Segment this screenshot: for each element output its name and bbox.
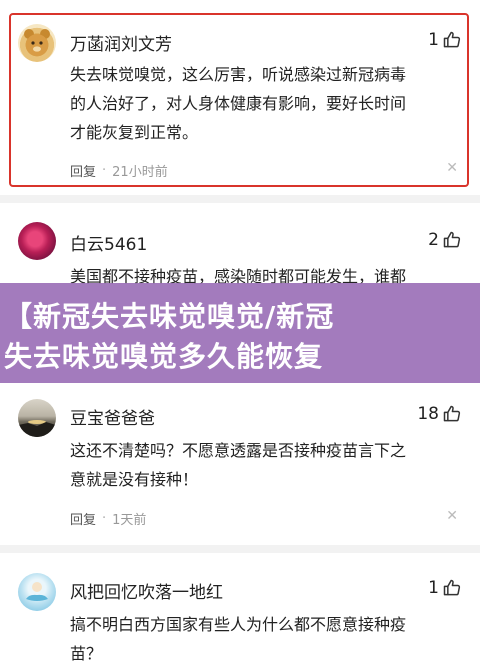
avatar[interactable] bbox=[18, 24, 56, 62]
like-count: 1 bbox=[428, 578, 439, 598]
username[interactable]: 豆宝爸爸爸 bbox=[70, 404, 155, 429]
username[interactable]: 风把回忆吹落一地红 bbox=[70, 578, 223, 603]
comment-meta: 回复 · 21小时前 bbox=[70, 161, 168, 180]
thumbs-up-icon bbox=[443, 405, 461, 422]
like-count: 2 bbox=[428, 230, 439, 250]
comment-line: 失去味觉嗅觉，这么厉害，听说感染过新冠病毒 bbox=[70, 65, 407, 84]
like-button[interactable]: 1 bbox=[428, 30, 462, 50]
avatar[interactable] bbox=[18, 399, 56, 437]
avatar[interactable] bbox=[18, 222, 56, 260]
like-button[interactable]: 2 bbox=[428, 230, 462, 250]
separator-dot: · bbox=[102, 511, 107, 526]
like-count: 1 bbox=[428, 30, 439, 50]
banner-title-line-1: 【新冠失去味觉嗅觉/新冠 bbox=[4, 300, 335, 333]
divider bbox=[0, 195, 480, 203]
comment-line: 这还不清楚吗？不愿意透露是否接种疫苗言下之 bbox=[70, 441, 407, 460]
username[interactable]: 万菡润刘文芳 bbox=[70, 30, 172, 55]
thumbs-up-icon bbox=[443, 579, 461, 596]
reply-button[interactable]: 回复 bbox=[70, 509, 96, 528]
timestamp: 21小时前 bbox=[112, 165, 168, 180]
comment-text: 搞不明白西方国家有些人为什么都不愿意接种疫 苗？ bbox=[70, 610, 465, 668]
thumbs-up-icon bbox=[443, 31, 461, 48]
separator-dot: · bbox=[102, 163, 107, 178]
username[interactable]: 白云5461 bbox=[70, 230, 147, 255]
timestamp: 1天前 bbox=[112, 513, 147, 528]
like-button[interactable]: 18 bbox=[417, 404, 462, 424]
comment-line: 搞不明白西方国家有些人为什么都不愿意接种疫 bbox=[70, 615, 407, 634]
comment-meta: 回复 · 1天前 bbox=[70, 509, 146, 528]
thumbs-up-icon bbox=[443, 231, 461, 248]
avatar[interactable] bbox=[18, 573, 56, 611]
like-button[interactable]: 1 bbox=[428, 578, 462, 598]
comment-line: 苗？ bbox=[70, 644, 103, 663]
reply-button[interactable]: 回复 bbox=[70, 161, 96, 180]
like-count: 18 bbox=[417, 404, 439, 424]
close-icon[interactable]: ✕ bbox=[446, 508, 458, 524]
title-banner: 【新冠失去味觉嗅觉/新冠 失去味觉嗅觉多久能恢复 bbox=[0, 283, 480, 383]
comment-line: 的人治好了，对人身体健康有影响，要好长时间 bbox=[70, 94, 407, 113]
comment-line: 才能灰复到正常。 bbox=[70, 123, 199, 142]
banner-title-line-2: 失去味觉嗅觉多久能恢复 bbox=[4, 340, 324, 373]
comment-text: 失去味觉嗅觉，这么厉害，听说感染过新冠病毒 的人治好了，对人身体健康有影响，要好… bbox=[70, 60, 465, 147]
divider bbox=[0, 545, 480, 553]
comment-text: 这还不清楚吗？不愿意透露是否接种疫苗言下之 意就是没有接种！ bbox=[70, 436, 465, 494]
comment-line: 意就是没有接种！ bbox=[70, 470, 199, 489]
close-icon[interactable]: ✕ bbox=[446, 160, 458, 176]
